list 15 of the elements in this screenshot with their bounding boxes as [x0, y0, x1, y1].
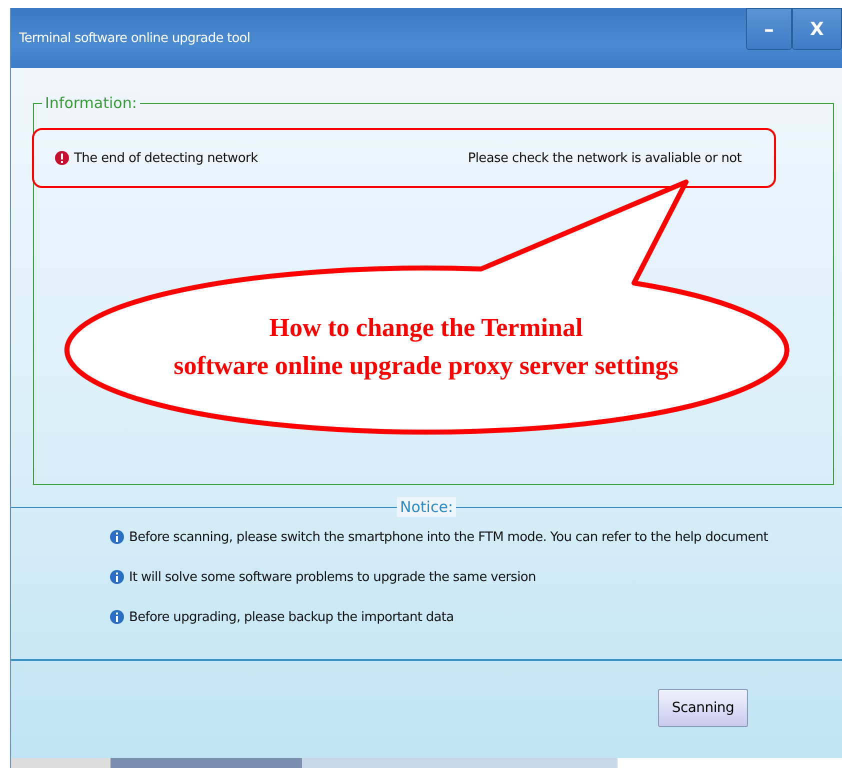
info-icon — [109, 569, 125, 585]
callout-text: How to change the Terminal software online upgrade proxy server settings — [172, 312, 680, 382]
group-legend: Notice: — [397, 497, 456, 517]
close-button[interactable]: X — [792, 8, 842, 50]
error-icon — [54, 150, 70, 166]
notice-text: Before upgrading, please backup the important data — [129, 610, 454, 624]
info-icon — [109, 609, 125, 625]
notice-text: Before scanning, please switch the smartphone into the FTM mode. You can refer to the help document — [129, 530, 768, 544]
window-title: Terminal software online upgrade tool — [18, 30, 250, 46]
info-icon — [109, 529, 125, 545]
minimize-button[interactable]: – — [746, 8, 792, 50]
status-hint: Please check the network is avaliable or not — [468, 150, 742, 166]
scan-button[interactable]: Scanning — [658, 689, 748, 727]
notice-text: It will solve some software problems to upgrade the same version — [129, 570, 536, 584]
status-message: The end of detecting network — [74, 150, 258, 166]
